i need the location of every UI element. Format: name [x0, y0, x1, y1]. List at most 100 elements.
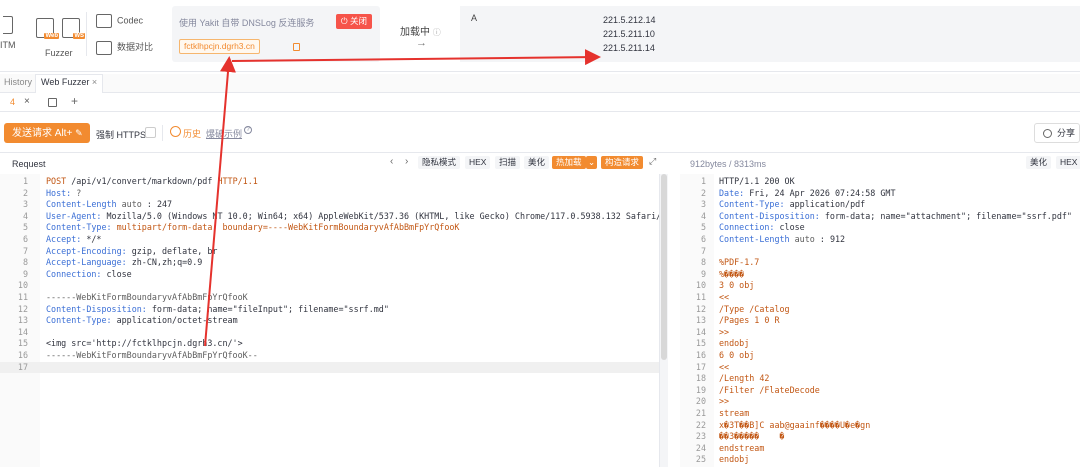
code-token: POST [46, 176, 67, 186]
privacy-mode-button[interactable]: 隐私模式 [418, 156, 461, 169]
code-line[interactable]: 16 ------WebKitFormBoundaryvAfAbBmFpYrQfo… [0, 350, 659, 362]
code-line[interactable]: 1 HTTP/1.1 200 OK [680, 176, 1080, 188]
code-line[interactable]: 3 Content-Type: application/pdf [680, 199, 1080, 211]
help-icon[interactable]: ? [244, 126, 252, 134]
code-line[interactable]: 2 Date: Fri, 24 Apr 2026 07:24:58 GMT [680, 188, 1080, 200]
code-line[interactable]: 12 Content-Disposition: form-data; name="… [0, 304, 659, 316]
code-line[interactable]: 17 << [680, 362, 1080, 374]
code-line[interactable]: 15 endobj [680, 338, 1080, 350]
codec-label: Codec [117, 15, 144, 26]
code-line[interactable]: 8 %PDF-1.7 [680, 257, 1080, 269]
beautify-button[interactable]: 美化 [1026, 156, 1052, 169]
hex-button[interactable]: HEX [1056, 156, 1080, 169]
code-line[interactable]: 11 ------WebKitFormBoundaryvAfAbBmFpYrQfo… [0, 292, 659, 304]
code-line[interactable]: 4 User-Agent: Mozilla/5.0 (Windows NT 10.… [0, 211, 659, 223]
line-number: 10 [17, 280, 28, 291]
chevron-left-icon[interactable]: ‹ [390, 156, 393, 167]
scan-button[interactable]: 扫描 [495, 156, 521, 169]
send-request-button[interactable]: 发送请求 Alt+ ✎ [4, 123, 90, 143]
force-https-checkbox[interactable] [145, 127, 156, 138]
copy-icon[interactable] [293, 43, 300, 51]
code-line[interactable]: 23 ��3����� � [680, 431, 1080, 443]
share-label: 分享 [1057, 128, 1076, 138]
chevron-down-icon[interactable]: ⌄ [586, 156, 598, 169]
hex-button[interactable]: HEX [465, 156, 491, 169]
dnslog-domain[interactable]: fctklhpcjn.dgrh3.cn [179, 39, 260, 54]
code-line[interactable]: 12/Type /Catalog [680, 304, 1080, 316]
code-line[interactable]: 14 >> [680, 327, 1080, 339]
code-line[interactable]: 9 Connection: close [0, 269, 659, 281]
line-number: 24 [695, 442, 706, 453]
codec-tool[interactable]: Codec [96, 14, 143, 28]
code-line[interactable]: 24 endstream [680, 443, 1080, 455]
compare-label: 数据对比 [117, 42, 154, 52]
share-button[interactable]: 分享 [1034, 123, 1080, 143]
tab-history[interactable]: History [4, 77, 32, 87]
code-line[interactable]: 11 << [680, 292, 1080, 304]
code-token: /Type /Catalog [719, 303, 790, 314]
code-token: */* [86, 234, 102, 244]
code-token: /Filter /FlateDecode [719, 384, 820, 395]
add-tab-icon[interactable]: + [71, 94, 78, 108]
code-text: Content-Disposition: form-data; name="fi… [46, 304, 389, 314]
code-line[interactable]: 22 x�3T��B]C aab@gaainf����U�e�gn [680, 420, 1080, 432]
expand-icon[interactable]: ⤢ [649, 156, 656, 167]
mitm-label: ITM [0, 40, 16, 50]
compare-tool[interactable]: 数据对比 [96, 40, 153, 55]
close-icon[interactable]: × [24, 96, 30, 107]
code-line[interactable]: 15 <img src='http://fctklhpcjn.dgrh3.cn/'… [0, 338, 659, 350]
code-line[interactable]: 7 Accept-Encoding: gzip, deflate, br [0, 246, 659, 258]
subtab-number[interactable]: 4 [10, 97, 15, 107]
history-icon[interactable] [170, 126, 181, 137]
line-number: 13 [17, 315, 28, 326]
line-number: 2 [700, 187, 706, 198]
code-line[interactable]: 3 Content-Length auto : 247 [0, 199, 659, 211]
code-line[interactable]: 5 Connection: close [680, 222, 1080, 234]
code-line[interactable]: 1 POST /api/v1/convert/markdown/pdf HTTP/… [0, 176, 659, 188]
code-line[interactable]: 17 [0, 361, 659, 374]
hot-reload-button[interactable]: 热加载 [552, 156, 586, 169]
code-text: Date: Fri, 24 Apr 2026 07:24:58 GMT [719, 188, 896, 198]
code-line[interactable]: 21 stream [680, 408, 1080, 420]
dnslog-close-button[interactable]: ⏻ 关闭 [335, 14, 372, 29]
save-icon[interactable] [48, 98, 57, 107]
code-line[interactable]: 7 [680, 246, 1080, 258]
code-line[interactable]: 4 Content-Disposition: form-data; name="a… [680, 211, 1080, 223]
code-line[interactable]: 9 %���� [680, 269, 1080, 281]
chevron-right-icon[interactable]: › [405, 156, 408, 167]
response-editor[interactable]: 1 HTTP/1.1 200 OK 2 Date: Fri, 24 Apr 2026 … [680, 174, 1080, 467]
code-text: 3 0 obj [719, 280, 754, 290]
code-line[interactable]: 2 Host: ? [0, 188, 659, 200]
code-line[interactable]: 14 [0, 327, 659, 339]
code-line[interactable]: 19/Filter /FlateDecode [680, 385, 1080, 397]
code-line[interactable]: 13 Content-Type: application/octet-stream [0, 315, 659, 327]
code-line[interactable]: 25 endobj [680, 454, 1080, 466]
line-number: 16 [17, 350, 28, 360]
code-token: x�3T��B]C aab@gaainf����U�e�gn [719, 419, 871, 430]
tab-web-fuzzer-label: Web Fuzzer [41, 77, 90, 87]
history-button[interactable]: 历史 [183, 127, 201, 140]
request-scrollbar[interactable] [660, 174, 668, 467]
code-line[interactable]: 8 Accept-Language: zh-CN,zh;q=0.9 [0, 257, 659, 269]
request-editor[interactable]: 1 POST /api/v1/convert/markdown/pdf HTTP/… [0, 174, 660, 467]
code-line[interactable]: 10 3 0 obj [680, 280, 1080, 292]
code-line[interactable]: 6 Accept: */* [0, 234, 659, 246]
scrollbar-thumb[interactable] [661, 174, 667, 360]
tab-web-fuzzer[interactable]: Web Fuzzer × [35, 74, 104, 93]
code-token: ��3����� � [719, 431, 785, 442]
web-fuzzer-tool[interactable]: Web [36, 18, 59, 39]
close-icon[interactable]: × [92, 77, 97, 87]
code-line[interactable]: 5 Content-Type: multipart/form-data; boun… [0, 222, 659, 234]
mitm-tool[interactable]: ITM [0, 16, 16, 50]
code-line[interactable]: 10 [0, 280, 659, 292]
code-line[interactable]: 16 6 0 obj [680, 350, 1080, 362]
example-link[interactable]: 爆破示例 [206, 127, 242, 140]
code-line[interactable]: 20 >> [680, 396, 1080, 408]
build-request-button[interactable]: 构造请求 [601, 156, 644, 169]
code-token: Content-Type: [46, 315, 117, 326]
beautify-button[interactable]: 美化 [524, 156, 550, 169]
code-line[interactable]: 13/Pages 1 0 R [680, 315, 1080, 327]
code-line[interactable]: 18/Length 42 [680, 373, 1080, 385]
code-line[interactable]: 6 Content-Length auto : 912 [680, 234, 1080, 246]
websocket-fuzzer-tool[interactable]: WS [62, 18, 85, 39]
